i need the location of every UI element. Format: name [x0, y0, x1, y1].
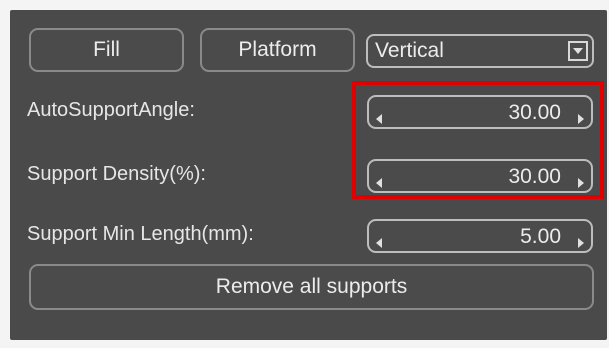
increment-arrow-icon[interactable] [577, 231, 585, 255]
highlight-box [352, 81, 604, 199]
auto-support-angle-label: AutoSupportAngle: [27, 99, 195, 121]
support-min-length-label: Support Min Length(mm): [27, 223, 254, 245]
support-settings-panel: Fill Platform Vertical AutoSupportAngle:… [10, 10, 607, 340]
fill-button[interactable]: Fill [29, 28, 184, 72]
remove-all-supports-button[interactable]: Remove all supports [29, 264, 594, 310]
dropdown-arrow-icon[interactable] [568, 41, 588, 61]
orientation-dropdown[interactable]: Vertical [366, 34, 594, 68]
support-density-label: Support Density(%): [27, 163, 206, 185]
platform-button[interactable]: Platform [200, 28, 355, 72]
orientation-selected-value: Vertical [375, 39, 444, 62]
support-min-length-value[interactable]: 5.00 [520, 225, 561, 249]
decrement-arrow-icon[interactable] [375, 231, 383, 255]
support-min-length-spinner[interactable]: 5.00 [367, 219, 593, 253]
